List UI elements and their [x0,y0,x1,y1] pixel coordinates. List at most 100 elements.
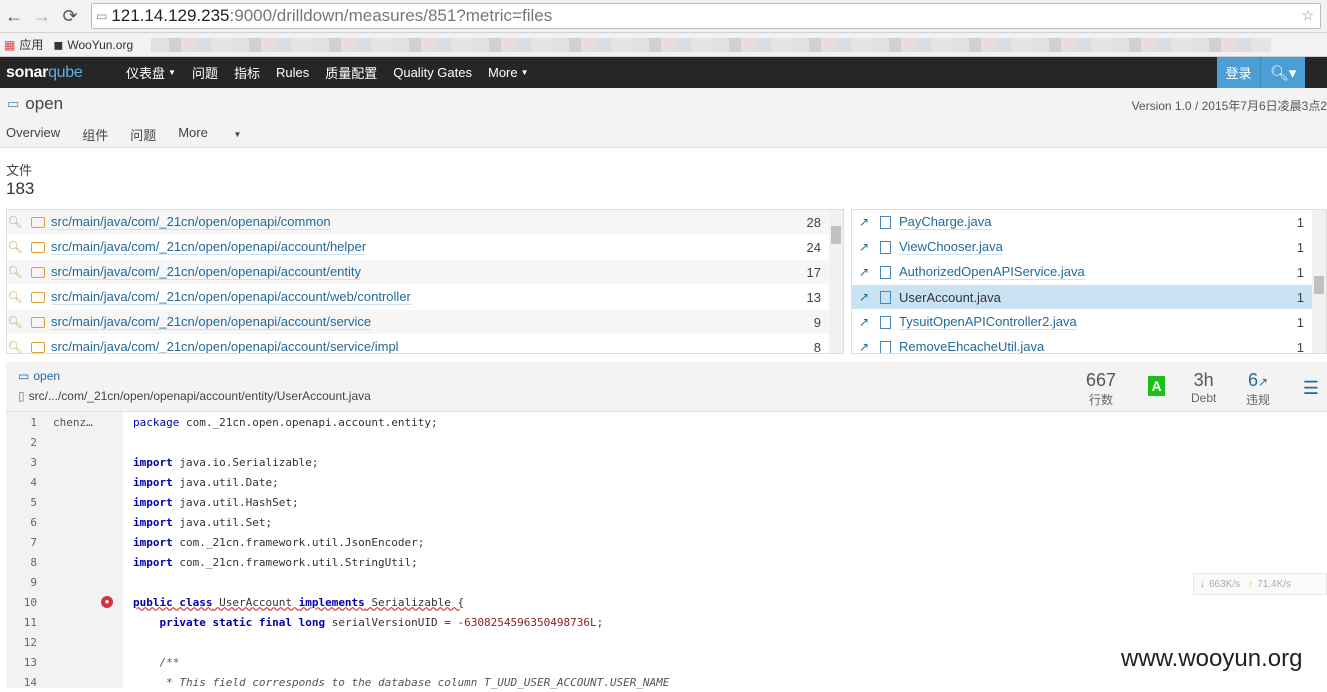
nav-measures[interactable]: 指标 [234,63,260,82]
project-icon: ▭ [18,369,30,383]
directory-link[interactable]: src/main/java/com/_21cn/open/openapi/acc… [51,314,372,330]
scrollbar-thumb[interactable] [831,226,841,244]
zoom-icon[interactable]: 🔍︎ [7,315,23,329]
file-icon [880,340,891,353]
tab-issues[interactable]: 问题 [130,125,156,144]
line-number[interactable]: 6 [6,516,37,529]
search-button[interactable]: 🔍︎▾ [1260,57,1305,88]
line-number[interactable]: 1 [6,416,37,429]
zoom-icon[interactable]: 🔍︎ [7,240,23,254]
file-count: 1 [1296,239,1304,255]
line-number[interactable]: 4 [6,476,37,489]
scm-author[interactable]: chenz… [53,416,93,429]
code-line: 7 import com._21cn.framework.util.JsonEnc… [6,532,1327,552]
line-number[interactable]: 2 [6,436,37,449]
line-number[interactable]: 9 [6,576,37,589]
nav-issues[interactable]: 问题 [192,63,218,82]
directory-link[interactable]: src/main/java/com/_21cn/open/openapi/acc… [51,264,362,280]
hamburger-menu-icon[interactable]: ☰ [1303,378,1319,399]
zoom-icon[interactable]: 🔍︎ [7,340,23,353]
list-item[interactable]: ↗ ViewChooser.java 1 [852,235,1326,260]
file-link[interactable]: RemoveEhcacheUtil.java [899,339,1044,353]
file-count: 1 [1296,339,1304,354]
directory-link[interactable]: src/main/java/com/_21cn/open/openapi/acc… [51,339,399,353]
project-link[interactable]: ▭ open [18,369,60,383]
issue-marker-icon[interactable]: ● [101,596,113,608]
list-item-selected[interactable]: ↗ UserAccount.java 1 [852,285,1326,310]
login-button[interactable]: 登录 [1217,57,1260,88]
main-navbar: sonarqube 仪表盘 ▼ 问题 指标 Rules 质量配置 Quality … [0,57,1327,88]
bookmarks-bar: ▦ 应用 ◼ WooYun.org [0,33,1327,57]
list-item[interactable]: 🔍︎ src/main/java/com/_21cn/open/openapi/a… [7,335,843,353]
sonarqube-logo[interactable]: sonarqube [0,64,118,82]
line-number[interactable]: 10 [6,596,37,609]
external-link-icon[interactable]: ↗ [856,265,872,279]
nav-dashboard[interactable]: 仪表盘 ▼ [126,63,176,82]
list-item[interactable]: 🔍︎ src/main/java/com/_21cn/open/openapi/a… [7,235,843,260]
lines-metric[interactable]: 667 行数 [1086,370,1116,408]
file-link[interactable]: TysuitOpenAPIController2.java [899,314,1077,330]
tab-overview[interactable]: Overview [6,125,60,144]
nav-quality-gates[interactable]: Quality Gates [393,65,472,80]
external-link-icon[interactable]: ↗ [856,240,872,254]
line-number[interactable]: 5 [6,496,37,509]
file-link[interactable]: UserAccount.java [899,290,1001,305]
line-number[interactable]: 14 [6,676,37,689]
scrollbar-thumb[interactable] [1314,276,1324,294]
scrollbar[interactable] [1312,210,1326,353]
sqale-rating-badge[interactable]: A [1148,376,1165,396]
scrollbar[interactable] [829,210,843,353]
issues-metric[interactable]: 6↗ 违规 [1246,370,1270,408]
external-link-icon[interactable]: ↗ [856,290,872,304]
line-number[interactable]: 8 [6,556,37,569]
list-item[interactable]: ↗ PayCharge.java 1 [852,210,1326,235]
project-tabs: Overview 组件 问题 More ▼ [6,125,285,144]
caret-down-icon: ▼ [233,130,242,139]
code-line: 9 [6,572,1327,592]
tab-more[interactable]: More ▼ [178,125,263,144]
bookmark-apps[interactable]: ▦ 应用 [4,36,43,53]
nav-rules[interactable]: Rules [276,65,309,80]
nav-more[interactable]: More ▼ [488,65,529,80]
directory-link[interactable]: src/main/java/com/_21cn/open/openapi/com… [51,214,331,230]
list-item[interactable]: ↗ RemoveEhcacheUtil.java 1 [852,335,1326,354]
network-speed-widget: ↓ 663K/s ↑ 71.4K/s [1193,573,1327,595]
line-number[interactable]: 7 [6,536,37,549]
line-number[interactable]: 12 [6,636,37,649]
address-bar[interactable]: ▭ 121.14.129.235 :9000/drilldown/measure… [91,3,1321,29]
external-link-icon[interactable]: ↗ [856,215,872,229]
zoom-icon[interactable]: 🔍︎ [7,265,23,279]
search-icon: 🔍︎▾ [1269,64,1297,82]
line-number[interactable]: 13 [6,656,37,669]
external-link-icon[interactable]: ↗ [856,340,872,353]
issues-value: 6 [1247,370,1258,390]
forward-icon[interactable]: → [28,6,56,27]
list-item[interactable]: 🔍︎ src/main/java/com/_21cn/open/openapi/a… [7,285,843,310]
bookmark-wooyun[interactable]: ◼ WooYun.org [53,38,133,52]
line-number[interactable]: 3 [6,456,37,469]
file-link[interactable]: ViewChooser.java [899,239,1003,255]
directory-link[interactable]: src/main/java/com/_21cn/open/openapi/acc… [51,239,367,255]
nav-quality-profiles[interactable]: 质量配置 [325,63,377,82]
tab-components[interactable]: 组件 [82,125,108,144]
list-item[interactable]: 🔍︎ src/main/java/com/_21cn/open/openapi/a… [7,310,843,335]
external-link-icon[interactable]: ↗ [856,315,872,329]
file-link[interactable]: PayCharge.java [899,214,992,230]
list-item[interactable]: 🔍︎ src/main/java/com/_21cn/open/openapi/a… [7,260,843,285]
file-count: 13 [806,289,821,305]
star-icon[interactable]: ☆ [1301,7,1314,24]
file-link[interactable]: AuthorizedOpenAPIService.java [899,264,1085,280]
reload-icon[interactable]: ⟳ [56,6,84,27]
file-icon [880,290,891,304]
directory-link[interactable]: src/main/java/com/_21cn/open/openapi/acc… [51,289,411,305]
zoom-icon[interactable]: 🔍︎ [7,215,23,229]
list-item[interactable]: ↗ AuthorizedOpenAPIService.java 1 [852,260,1326,285]
list-item[interactable]: 🔍︎ src/main/java/com/_21cn/open/openapi/c… [7,210,843,235]
caret-down-icon: ▼ [520,68,529,77]
zoom-icon[interactable]: 🔍︎ [7,290,23,304]
list-item[interactable]: ↗ TysuitOpenAPIController2.java 1 [852,310,1326,335]
debt-metric[interactable]: 3h Debt [1191,370,1216,405]
file-count: 24 [806,239,821,255]
line-number[interactable]: 11 [6,616,37,629]
back-icon[interactable]: ← [0,6,28,27]
